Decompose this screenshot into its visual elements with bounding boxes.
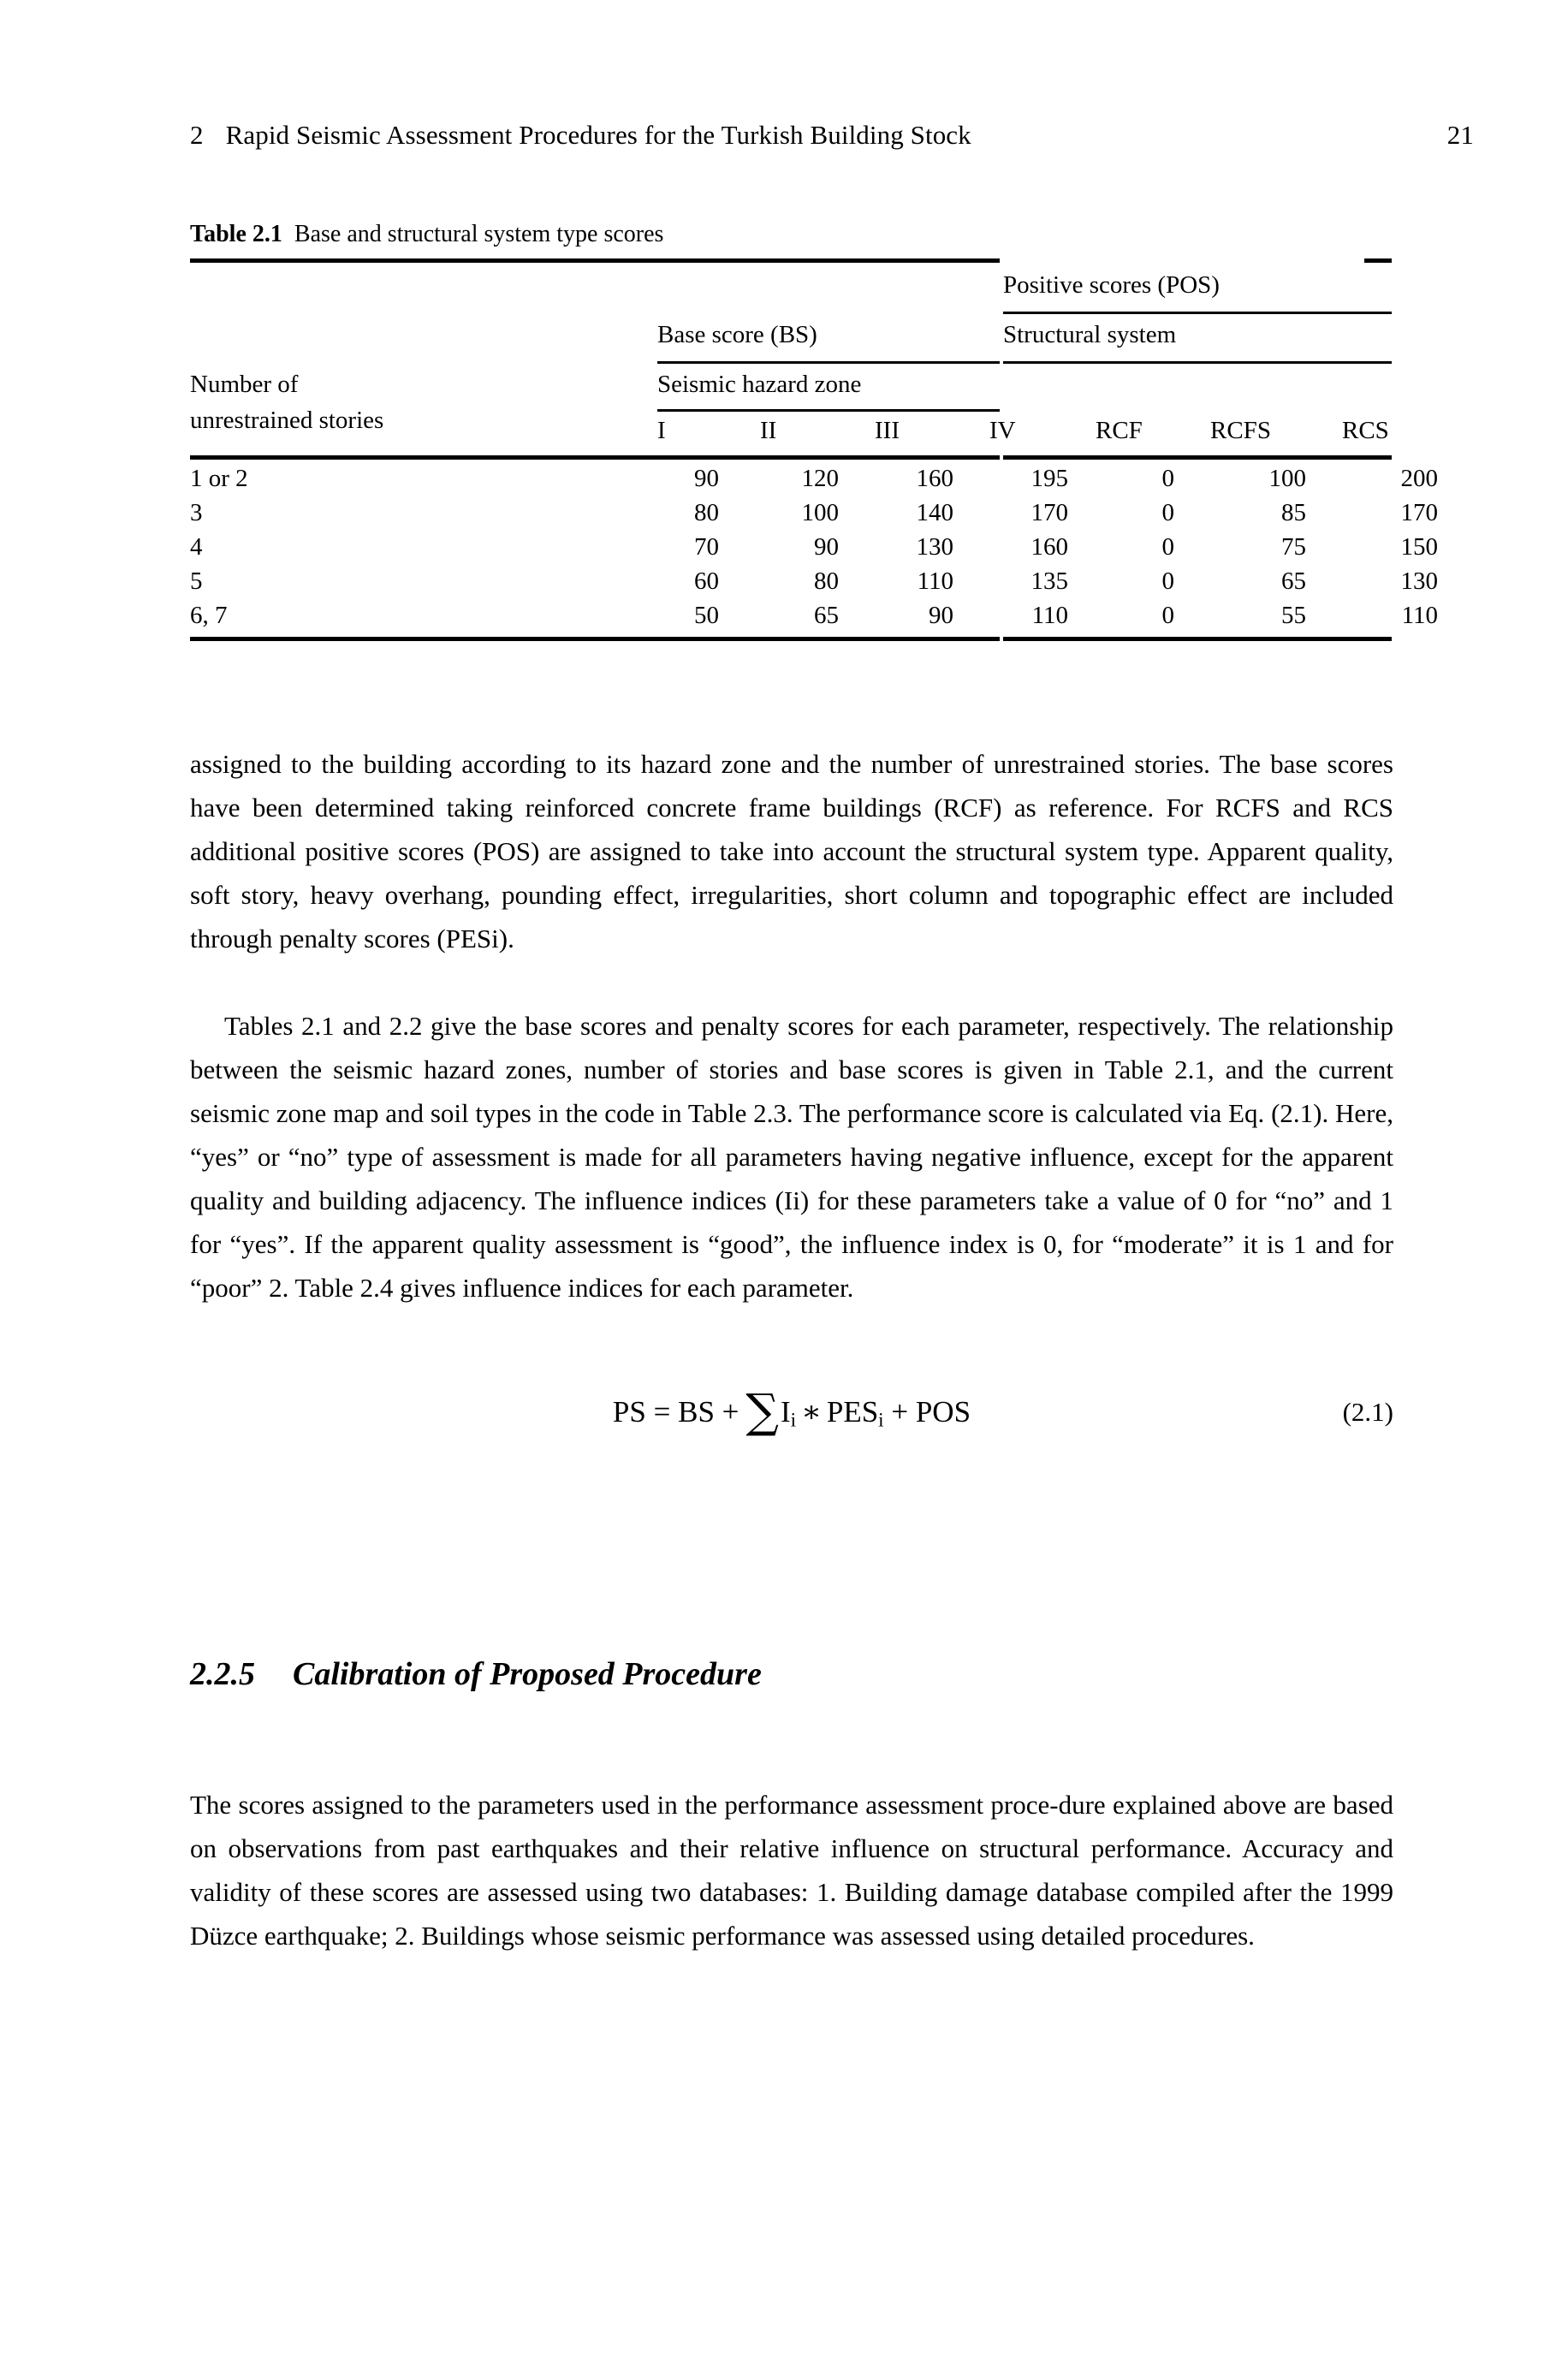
table-cell-zone-III: 130	[916, 533, 954, 561]
equation-lhs: PS	[612, 1395, 646, 1429]
table-cell-rcs: 110	[1401, 602, 1438, 629]
section-title: Calibration of Proposed Procedure	[293, 1655, 762, 1692]
table-bottom-rule-right	[1003, 637, 1392, 641]
table-cell-rcfs: 65	[1281, 567, 1306, 595]
table-base-and-structural-system-scores: Positive scores (POS) Base score (BS) St…	[190, 258, 1438, 644]
document-page: 2 Rapid Seismic Assessment Procedures fo…	[0, 0, 1568, 2376]
table-cell-rcs: 150	[1400, 533, 1439, 561]
table-rule-under-seismic-hazard-zone	[657, 409, 1000, 412]
table-group-header-base-score: Base score (BS)	[657, 321, 817, 348]
equation-pos: POS	[915, 1395, 971, 1429]
table-cell-zone-I: 70	[694, 533, 719, 561]
equation-influence-subscript: i	[790, 1408, 797, 1431]
table-cell-zone-III: 140	[916, 499, 954, 526]
equation-plus-2: +	[891, 1395, 909, 1429]
table-cell-zone-IV: 110	[1031, 602, 1068, 629]
table-column-header-RCF: RCF	[1096, 417, 1143, 444]
table-cell-zone-IV: 170	[1030, 499, 1069, 526]
table-caption-text: Base and structural system type scores	[294, 221, 664, 247]
table-cell-stories: 4	[190, 533, 203, 561]
table-cell-zone-II: 90	[814, 533, 839, 561]
table-cell-stories: 3	[190, 499, 203, 526]
table-cell-rcf: 0	[1161, 602, 1175, 629]
table-caption-label: Table 2.1	[190, 221, 282, 247]
table-top-rule-right	[1364, 258, 1392, 263]
table-column-header-IV: IV	[989, 417, 1016, 444]
table-stub-header-line1: Number of	[190, 371, 299, 398]
table-group-header-seismic-hazard-zone: Seismic hazard zone	[657, 371, 862, 398]
table-cell-zone-IV: 135	[1030, 567, 1069, 595]
table-cell-zone-II: 65	[814, 602, 839, 629]
table-bottom-rule-left	[190, 637, 1000, 641]
table-cell-rcs: 200	[1400, 465, 1439, 492]
table-rule-under-structural-system	[1003, 361, 1392, 364]
table-cell-rcf: 0	[1161, 499, 1175, 526]
running-head-title: Rapid Seismic Assessment Procedures for …	[225, 120, 971, 150]
table-cell-zone-I: 60	[694, 567, 719, 595]
equation-pes-subscript: i	[878, 1408, 884, 1431]
paragraph-2: Tables 2.1 and 2.2 give the base scores …	[190, 1011, 1393, 1303]
equation-pes-symbol: PES	[826, 1395, 879, 1429]
table-column-header-III: III	[875, 417, 900, 444]
running-head: 2 Rapid Seismic Assessment Procedures fo…	[190, 120, 1474, 151]
table-cell-stories: 6, 7	[190, 602, 228, 629]
table-group-header-structural-system: Structural system	[1003, 321, 1177, 348]
table-cell-zone-II: 100	[801, 499, 840, 526]
table-cell-rcfs: 85	[1281, 499, 1306, 526]
table-cell-zone-III: 160	[916, 465, 954, 492]
table-column-header-RCS: RCS	[1342, 417, 1389, 444]
summation-icon: ∑	[745, 1384, 779, 1438]
section-number: 2.2.5	[190, 1655, 255, 1692]
table-column-header-I: I	[657, 417, 666, 444]
table-column-header-RCFS: RCFS	[1210, 417, 1271, 444]
table-cell-rcs: 130	[1400, 567, 1439, 595]
table-cell-rcfs: 55	[1281, 602, 1306, 629]
equation-number: (2.1)	[1342, 1397, 1393, 1427]
equation-bs: BS	[678, 1395, 715, 1429]
table-group-header-positive-scores: Positive scores (POS)	[1003, 271, 1220, 299]
table-cell-zone-III: 90	[929, 602, 953, 629]
table-cell-zone-IV: 195	[1030, 465, 1069, 492]
table-caption: Table 2.1 Base and structural system type…	[190, 221, 663, 248]
table-rule-under-positive-scores	[1003, 312, 1392, 314]
section-heading: 2.2.5 Calibration of Proposed Procedure	[190, 1655, 762, 1693]
table-cell-rcfs: 75	[1281, 533, 1306, 561]
table-cell-rcf: 0	[1161, 533, 1175, 561]
table-cell-stories: 5	[190, 567, 203, 595]
table-cell-zone-II: 80	[814, 567, 839, 595]
equation-plus-1: +	[722, 1395, 739, 1429]
table-stub-header-line2: unrestrained stories	[190, 407, 384, 434]
table-column-header-II: II	[760, 417, 777, 444]
equation-2-1: PS = BS + ∑Ii ∗ PESi + POS (2.1)	[190, 1385, 1393, 1462]
table-cell-rcs: 170	[1400, 499, 1439, 526]
equation-body: PS = BS + ∑Ii ∗ PESi + POS	[190, 1385, 1393, 1446]
table-cell-zone-I: 80	[694, 499, 719, 526]
page-number: 21	[1446, 120, 1474, 150]
table-cell-rcf: 0	[1161, 567, 1175, 595]
table-rule-under-base-score	[657, 361, 1000, 364]
table-cell-rcfs: 100	[1268, 465, 1307, 492]
equation-equals: =	[653, 1395, 671, 1429]
table-top-rule-left	[190, 258, 1000, 263]
table-header-bottom-rule-right	[1003, 455, 1392, 460]
running-head-chapter-number: 2	[190, 120, 204, 150]
equation-influence-symbol: I	[780, 1395, 791, 1429]
table-cell-rcf: 0	[1161, 465, 1175, 492]
equation-asterisk: ∗	[801, 1395, 822, 1429]
paragraph-3: The scores assigned to the parameters us…	[190, 1790, 1393, 1951]
table-cell-zone-IV: 160	[1030, 533, 1069, 561]
table-header-bottom-rule-left	[190, 455, 1000, 460]
table-cell-zone-I: 90	[694, 465, 719, 492]
table-cell-zone-II: 120	[801, 465, 840, 492]
table-cell-stories: 1 or 2	[190, 465, 248, 492]
table-cell-zone-III: 110	[917, 567, 953, 595]
paragraph-1: assigned to the building according to it…	[190, 749, 1393, 953]
table-cell-zone-I: 50	[694, 602, 719, 629]
